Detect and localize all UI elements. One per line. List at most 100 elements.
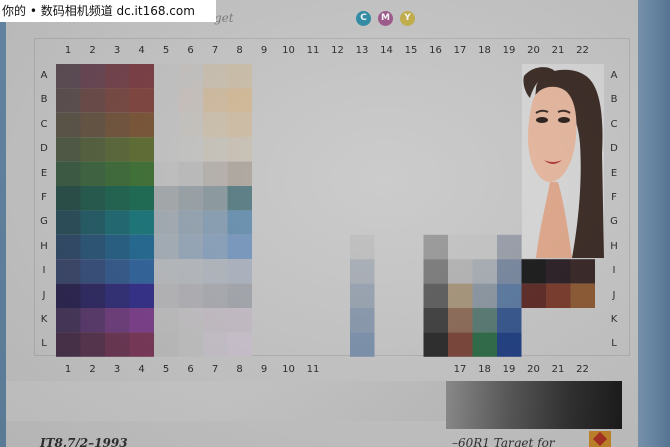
color-patch [154,112,179,138]
photo-scene: 1 2 3 4 5 6 7 8 9 10 11 12 13 14 15 16 17 18 19 20 21 22 1234… [0,0,670,447]
color-patch [80,308,105,333]
color-patch [154,161,179,186]
color-patch [423,332,448,357]
column-label-bottom: 17 [453,364,467,375]
color-patch [80,283,105,308]
kodak-logo [589,431,611,447]
color-patch [448,308,473,333]
row-label-right: J [612,289,616,301]
color-patch [178,259,203,284]
color-patch [154,210,179,235]
color-patch [105,88,130,113]
color-patch [178,283,203,308]
row-label-right: G [610,216,618,228]
row-label-right: E [610,167,618,179]
bottom-left-caption: IT8.7/2–1993 [40,436,128,447]
color-patch [105,137,130,162]
row-label-right: A [610,70,618,81]
color-patch [154,186,179,211]
row-label-right: L [611,338,617,350]
color-patch [350,259,375,284]
color-patch [56,283,81,308]
color-patch [472,259,497,284]
row-label: D [40,143,48,155]
color-patch [154,64,179,89]
color-patch [472,332,497,357]
color-patch [570,259,595,284]
color-patch [154,332,179,357]
color-patch [154,88,179,113]
column-label: 16 [429,45,442,56]
color-patch [56,332,81,357]
column-label-bottom: 1 [64,364,72,375]
color-patch [227,283,252,308]
color-patch [80,112,105,138]
column-label-bottom: 7 [211,364,219,375]
color-patch [105,64,130,89]
color-patch [203,161,228,186]
column-label: 1 [64,45,72,56]
row-label-right: F [611,192,617,203]
color-patch [203,308,228,333]
color-patch [80,161,105,186]
color-patch [521,259,546,284]
color-patch [80,259,105,284]
row-label: C [40,118,48,130]
color-patch [178,88,203,113]
column-label-bottom: 4 [138,364,145,375]
color-patch [105,234,130,260]
color-patch [80,332,105,357]
color-patch [227,88,252,113]
color-patch [227,259,252,284]
column-label-bottom: 10 [282,364,295,375]
row-label: K [40,314,48,325]
cyan-badge: C [356,11,371,26]
row-label: B [40,94,48,106]
color-patch [56,112,81,138]
column-label-bottom: 6 [187,364,194,375]
color-patch [154,137,179,162]
color-patch [227,64,252,89]
color-patch [423,259,448,284]
column-label: 18 [478,45,491,56]
color-patch [154,234,179,260]
color-patch [227,112,252,138]
row-label: F [41,192,47,203]
color-patch [80,137,105,162]
color-patch [350,308,375,333]
color-patch [448,283,473,308]
column-label: 12 [331,45,344,56]
color-patch [105,308,130,333]
color-patch [129,137,154,162]
grayscale-strip-light [6,381,446,421]
column-label: 13 [355,45,369,56]
grayscale-strip [446,381,622,429]
column-label: 9 [260,45,268,56]
column-label-bottom: 21 [551,364,565,375]
color-patch [129,234,154,260]
column-label-bottom: 20 [527,364,540,375]
color-patch [129,308,154,333]
column-label: 14 [380,45,393,56]
color-patch [129,186,154,211]
color-patch [178,308,203,333]
yellow-badge: Y [400,11,415,26]
column-label-bottom: 19 [502,364,516,375]
column-label: 2 [89,45,96,56]
column-label-bottom: 11 [306,364,320,375]
row-label: E [40,167,48,179]
column-label: 11 [306,45,320,56]
row-label: A [40,70,48,81]
color-patch [227,308,252,333]
color-patch [178,186,203,211]
color-patch [497,259,522,284]
column-label-bottom: 2 [89,364,96,375]
color-patch [154,259,179,284]
row-label: I [42,265,46,277]
color-patch [56,259,81,284]
color-patch [472,283,497,308]
color-patch [105,186,130,211]
color-patch [497,283,522,308]
color-patch [227,137,252,162]
color-patch [497,308,522,333]
